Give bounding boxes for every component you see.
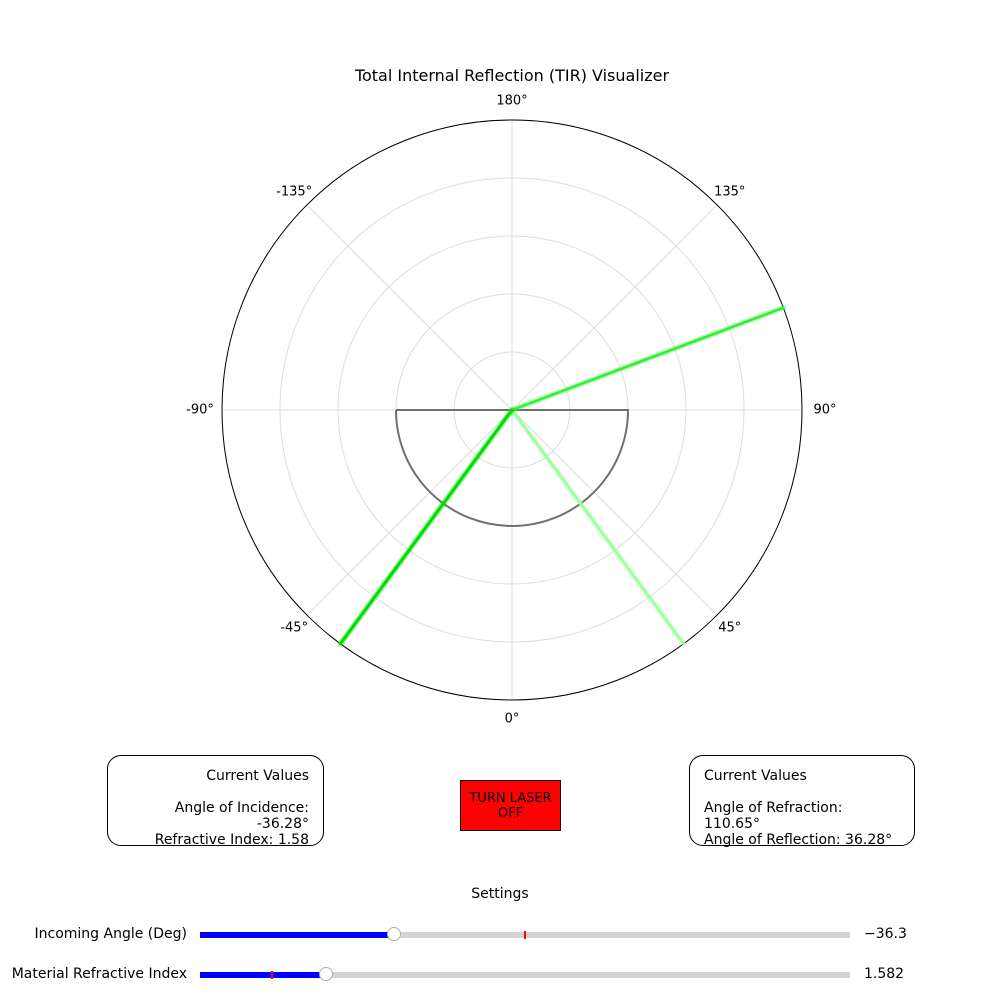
laser-button-label-line1: TURN LASER	[469, 790, 552, 806]
slider-fill	[200, 972, 327, 978]
panel-heading: Current Values	[704, 768, 807, 784]
panel-heading: Current Values	[206, 768, 309, 784]
angle-label: -135°	[276, 184, 313, 200]
toggle-laser-button[interactable]: TURN LASER OFF	[460, 780, 561, 831]
slider-reference-marker	[524, 931, 526, 939]
angle-label: 180°	[496, 93, 528, 109]
slider-reference-marker	[270, 971, 273, 979]
slider-handle[interactable]	[319, 967, 334, 981]
incoming-angle-value: −36.3	[864, 926, 907, 942]
settings-title: Settings	[471, 886, 529, 902]
grid-spoke	[306, 409, 513, 616]
slider-fill	[200, 932, 394, 938]
current-values-panel-left: Current Values Angle of Incidence: -36.2…	[107, 755, 324, 848]
angle-label: 45°	[718, 620, 742, 636]
angle-of-reflection-text: Angle of Reflection: 36.28°	[704, 832, 893, 848]
incoming-angle-label: Incoming Angle (Deg)	[34, 926, 188, 942]
slider-handle[interactable]	[386, 927, 401, 941]
angle-label: 90°	[813, 402, 837, 418]
angle-label: -90°	[186, 402, 214, 418]
refractive-index-value: 1.582	[864, 966, 905, 982]
current-values-panel-right: Current Values Angle of Refraction: 110.…	[689, 755, 915, 848]
incoming-angle-slider[interactable]	[200, 927, 850, 941]
refracted-ray	[510, 306, 785, 412]
laser-button-label-line2: OFF	[497, 805, 524, 821]
angle-of-refraction-text: Angle of Refraction: 110.65°	[704, 800, 843, 832]
polar-plot	[221, 119, 803, 701]
angle-label: 0°	[504, 711, 520, 727]
angle-label: 135°	[714, 184, 746, 200]
grid-spoke	[306, 204, 513, 411]
incident-ray	[338, 408, 514, 646]
grid-spoke	[511, 204, 718, 411]
angle-of-incidence-text: Angle of Incidence: -36.28°	[174, 800, 309, 832]
refractive-index-label: Material Refractive Index	[11, 966, 187, 982]
reflected-ray	[510, 408, 685, 646]
refractive-index-slider[interactable]	[200, 967, 850, 981]
grid-spoke	[511, 409, 718, 616]
angle-label: -45°	[280, 620, 309, 636]
refractive-index-text: Refractive Index: 1.58	[154, 832, 309, 848]
